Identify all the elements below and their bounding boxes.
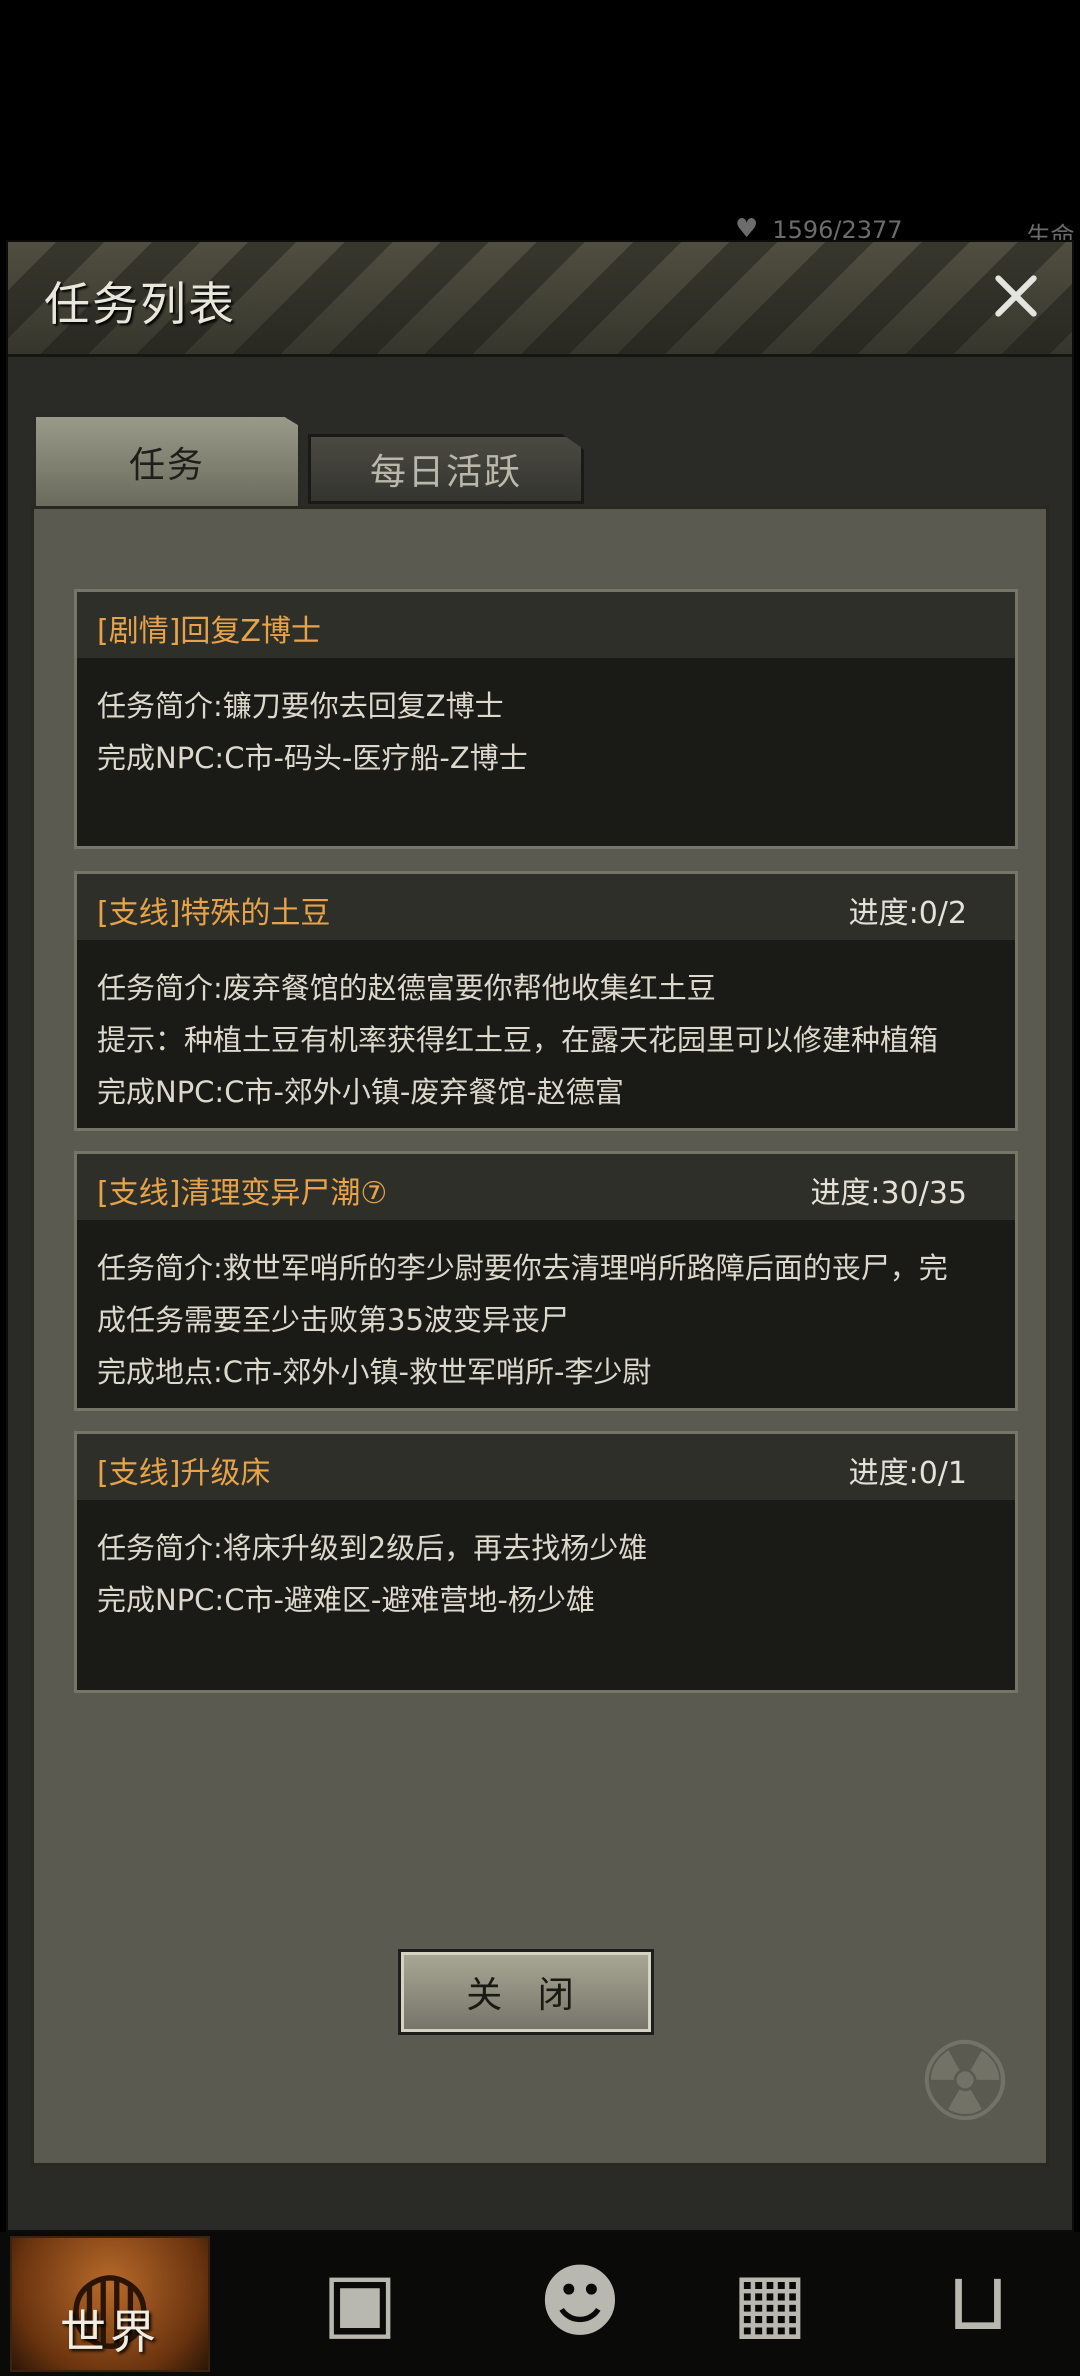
- quest-panel: [剧情]回复Z博士 任务简介:镰刀要你去回复Z博士 完成NPC:C市-码头-医疗…: [31, 506, 1049, 2166]
- quest-card-header: [剧情]回复Z博士: [77, 592, 1015, 658]
- dialog-title: 任务列表: [44, 277, 236, 331]
- quest-line: 完成NPC:C市-避难区-避难营地-杨少雄: [97, 1583, 595, 1617]
- quest-line: 提示：种植土豆有机率获得红土豆，在露天花园里可以修建种植箱: [97, 1023, 939, 1057]
- quest-description: 任务简介:救世军哨所的李少尉要你去清理哨所路障后面的丧尸，完 成任务需要至少击败…: [77, 1220, 1015, 1398]
- radiation-icon: ☢: [915, 2018, 1015, 2146]
- quest-card[interactable]: [支线]清理变异尸潮⑦ 进度:30/35 任务简介:救世军哨所的李少尉要你去清理…: [74, 1151, 1018, 1411]
- phone-icon: ▦: [732, 2255, 808, 2348]
- shopping-cart-icon: ⊔: [946, 2255, 1010, 2348]
- quest-title: [支线]清理变异尸潮⑦: [97, 1176, 388, 1211]
- tab-label: 任务: [128, 444, 205, 486]
- quest-card[interactable]: [支线]特殊的土豆 进度:0/2 任务简介:废弃餐馆的赵德富要你帮他收集红土豆 …: [74, 871, 1018, 1131]
- quest-card-header: [支线]升级床 进度:0/1: [77, 1434, 1015, 1500]
- quest-line: 完成地点:C市-郊外小镇-救世军哨所-李少尉: [97, 1355, 652, 1389]
- close-button[interactable]: 关 闭: [398, 1949, 654, 2035]
- quest-description: 任务简介:废弃餐馆的赵德富要你帮他收集红土豆 提示：种植土豆有机率获得红土豆，在…: [77, 940, 1015, 1118]
- tab-label: 每日活跃: [369, 452, 522, 493]
- quest-card[interactable]: [剧情]回复Z博士 任务简介:镰刀要你去回复Z博士 完成NPC:C市-码头-医疗…: [74, 589, 1018, 849]
- close-icon[interactable]: [984, 264, 1048, 328]
- nav-world[interactable]: ◍ 世界: [10, 2236, 210, 2372]
- quest-title: [支线]特殊的土豆: [97, 896, 331, 931]
- nav-shop[interactable]: ⊔: [880, 2236, 1076, 2368]
- backpack-icon: ▣: [322, 2255, 398, 2348]
- quest-description: 任务简介:镰刀要你去回复Z博士 完成NPC:C市-码头-医疗船-Z博士: [77, 658, 1015, 784]
- tab-daily-activity[interactable]: 每日活跃: [308, 434, 584, 504]
- quest-progress: 进度:0/1: [848, 1456, 967, 1491]
- quest-line: 任务简介:废弃餐馆的赵德富要你帮他收集红土豆: [97, 971, 716, 1005]
- quest-line: 任务简介:镰刀要你去回复Z博士: [97, 689, 504, 723]
- nav-character[interactable]: ☻: [482, 2236, 678, 2368]
- tab-quests[interactable]: 任务: [33, 414, 301, 506]
- nav-backpack[interactable]: ▣: [262, 2236, 458, 2368]
- dialog-header: 任务列表: [8, 242, 1072, 357]
- bottom-nav: ◍ 世界 ▣ ☻ ▦ ⊔: [0, 2232, 1080, 2376]
- nav-phone[interactable]: ▦: [672, 2236, 868, 2368]
- quest-line: 完成NPC:C市-郊外小镇-废弃餐馆-赵德富: [97, 1075, 624, 1109]
- quest-line: 完成NPC:C市-码头-医疗船-Z博士: [97, 741, 528, 775]
- quest-progress: 进度:0/2: [848, 896, 967, 931]
- quest-title: [支线]升级床: [97, 1456, 271, 1491]
- character-head-icon: ☻: [538, 2255, 622, 2348]
- quest-progress: 进度:30/35: [810, 1176, 967, 1211]
- top-status-area: [0, 0, 1080, 240]
- nav-world-label: 世界: [60, 2305, 160, 2359]
- quest-list-dialog: 任务列表 任务 每日活跃 [剧情]回复Z博士 任务简介:镰刀要你去回复Z博士 完…: [6, 240, 1074, 2232]
- quest-line: 任务简介:将床升级到2级后，再去找杨少雄: [97, 1531, 648, 1565]
- quest-card[interactable]: [支线]升级床 进度:0/1 任务简介:将床升级到2级后，再去找杨少雄 完成NP…: [74, 1431, 1018, 1693]
- quest-card-header: [支线]特殊的土豆 进度:0/2: [77, 874, 1015, 940]
- quest-card-header: [支线]清理变异尸潮⑦ 进度:30/35: [77, 1154, 1015, 1220]
- quest-description: 任务简介:将床升级到2级后，再去找杨少雄 完成NPC:C市-避难区-避难营地-杨…: [77, 1500, 1015, 1626]
- heart-icon: ♥: [735, 216, 759, 244]
- quest-line: 成任务需要至少击败第35波变异丧尸: [97, 1303, 569, 1337]
- quest-title: [剧情]回复Z博士: [97, 614, 321, 649]
- quest-line: 任务简介:救世军哨所的李少尉要你去清理哨所路障后面的丧尸，完: [97, 1251, 948, 1285]
